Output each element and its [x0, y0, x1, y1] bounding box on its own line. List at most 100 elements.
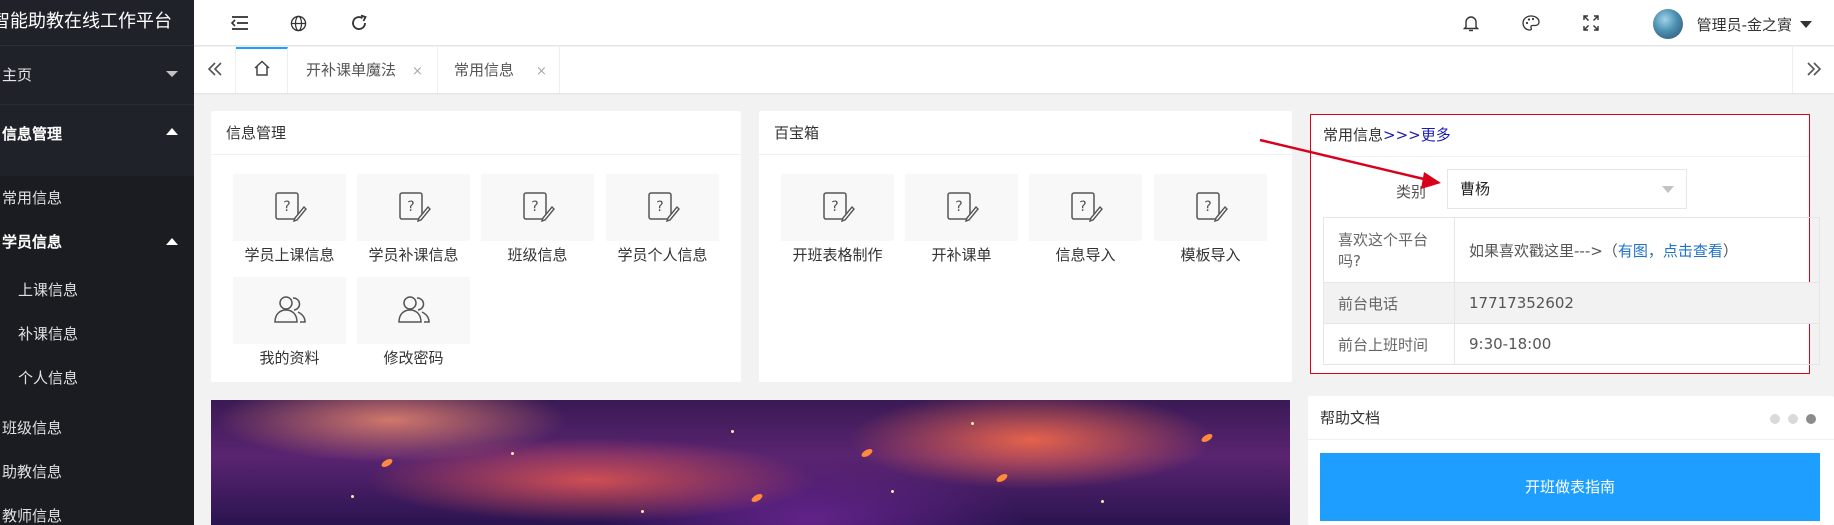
- carousel-dot[interactable]: [1770, 414, 1780, 424]
- sidebar-item-label: 教师信息: [2, 507, 63, 525]
- edit-doc-icon: ?: [646, 190, 680, 226]
- scroll-left-button[interactable]: [194, 47, 236, 93]
- banner-image: [211, 400, 1290, 525]
- sidebar-item-label: 个人信息: [18, 369, 79, 387]
- sidebar-item-class-attendance[interactable]: 上课信息: [0, 268, 194, 312]
- tile-label: 开班表格制作: [792, 246, 883, 264]
- svg-text:?: ?: [407, 199, 414, 215]
- edit-doc-icon: ?: [521, 190, 555, 226]
- tile-info-import[interactable]: ?: [1029, 174, 1142, 241]
- refresh-icon[interactable]: [347, 11, 371, 35]
- petal-decoration: [995, 472, 1009, 484]
- card-title: 常用信息>>>更多: [1311, 115, 1809, 157]
- edit-doc-icon: ?: [273, 190, 307, 226]
- tile-label: 模板导入: [1180, 246, 1241, 264]
- palette-icon[interactable]: [1519, 11, 1543, 35]
- tile-class-table-maker[interactable]: ?: [781, 174, 894, 241]
- tab-home[interactable]: [236, 47, 288, 93]
- tile-label: 学员个人信息: [617, 246, 708, 264]
- edit-doc-icon: ?: [1194, 190, 1228, 226]
- sidebar-item-label: 上课信息: [18, 281, 79, 299]
- tile-makeup-order[interactable]: ?: [905, 174, 1018, 241]
- card-title-text: 常用信息: [1323, 126, 1384, 144]
- double-chevron-left-icon: [207, 58, 223, 82]
- chevron-up-icon: [166, 238, 178, 245]
- sidebar-item-personal-info[interactable]: 个人信息: [0, 356, 194, 400]
- tile-student-makeup[interactable]: ?: [357, 174, 470, 241]
- star-decoration: [641, 510, 644, 513]
- users-icon: [396, 294, 432, 328]
- page-tabs-bar: 开补课单魔法 × 常用信息 ×: [194, 47, 1834, 93]
- more-prefix: >>>: [1383, 126, 1421, 144]
- row-value: 如果喜欢戳这里--->（有图，点击查看）: [1454, 217, 1820, 283]
- carousel-dot[interactable]: [1788, 414, 1798, 424]
- tab-makeup-magic[interactable]: 开补课单魔法 ×: [288, 47, 438, 93]
- tile-label: 班级信息: [507, 246, 568, 264]
- tile-template-import[interactable]: ?: [1154, 174, 1267, 241]
- users-icon: [272, 294, 308, 328]
- svg-text:?: ?: [656, 199, 663, 215]
- user-menu[interactable]: 管理员-金之賨: [1652, 9, 1812, 39]
- sidebar-item-info-mgmt[interactable]: 信息管理: [0, 104, 194, 162]
- globe-icon[interactable]: [286, 11, 310, 35]
- edit-doc-icon: ?: [1069, 190, 1103, 226]
- tile-my-profile[interactable]: [233, 277, 346, 344]
- sidebar-item-assistant-info[interactable]: 助教信息: [0, 450, 194, 494]
- chevron-down-icon: [166, 71, 178, 77]
- tile-student-attendance[interactable]: ?: [233, 174, 346, 241]
- carousel-dot-active[interactable]: [1806, 414, 1816, 424]
- petal-decoration: [380, 457, 394, 469]
- tab-label: 开补课单魔法: [306, 61, 397, 79]
- sidebar-item-student-info[interactable]: 学员信息: [0, 220, 194, 264]
- close-icon[interactable]: ×: [412, 64, 423, 79]
- user-name: 管理员-金之賨: [1696, 15, 1792, 34]
- edit-doc-icon: ?: [821, 190, 855, 226]
- sidebar-item-makeup-info[interactable]: 补课信息: [0, 312, 194, 356]
- class-table-guide-button[interactable]: 开班做表指南: [1320, 453, 1820, 521]
- row-key: 喜欢这个平台吗?: [1323, 217, 1455, 283]
- row-key: 前台电话: [1323, 282, 1455, 324]
- bell-icon[interactable]: [1459, 11, 1483, 35]
- info-table: 喜欢这个平台吗? 如果喜欢戳这里--->（有图，点击查看） 前台电话 17717…: [1323, 217, 1820, 365]
- card-header: 帮助文档: [1308, 396, 1834, 440]
- sidebar-item-class-info[interactable]: 班级信息: [0, 406, 194, 450]
- tile-student-personal[interactable]: ?: [606, 174, 719, 241]
- category-label: 类别: [1396, 183, 1427, 201]
- tile-label: 修改密码: [383, 349, 444, 367]
- tab-label: 常用信息: [454, 61, 515, 79]
- petal-decoration: [1200, 432, 1214, 444]
- sidebar-item-home[interactable]: 主页: [0, 46, 194, 104]
- sidebar: 智能助教在线工作平台 主页 信息管理 常用信息 学员信息 上课信息 补课信息 个…: [0, 0, 194, 525]
- tile-change-password[interactable]: [357, 277, 470, 344]
- sidebar-item-label: 班级信息: [2, 419, 63, 437]
- card-title: 信息管理: [211, 111, 741, 155]
- scroll-right-button[interactable]: [1792, 47, 1834, 93]
- help-docs-card: 帮助文档 开班做表指南: [1308, 396, 1834, 525]
- table-row: 前台上班时间 9:30-18:00: [1323, 323, 1820, 365]
- category-select[interactable]: 曹杨: [1447, 169, 1687, 209]
- star-decoration: [971, 422, 974, 425]
- sidebar-item-teacher-info[interactable]: 教师信息: [0, 494, 194, 525]
- more-label: 更多: [1420, 126, 1451, 144]
- top-header: 管理员-金之賨: [194, 0, 1834, 46]
- menu-collapse-icon[interactable]: [228, 11, 252, 35]
- tile-label: 信息导入: [1055, 246, 1116, 264]
- close-icon[interactable]: ×: [536, 64, 547, 79]
- home-icon: [253, 48, 271, 94]
- svg-text:?: ?: [955, 199, 962, 215]
- tile-label: 学员上课信息: [244, 246, 335, 264]
- star-decoration: [1101, 500, 1104, 503]
- chevron-down-icon: [1800, 20, 1812, 28]
- tab-common-info[interactable]: 常用信息 ×: [438, 47, 560, 93]
- petal-decoration: [860, 447, 874, 459]
- tile-class-info[interactable]: ?: [481, 174, 594, 241]
- fullscreen-icon[interactable]: [1579, 11, 1603, 35]
- row-value: 17717352602: [1454, 282, 1820, 324]
- sidebar-item-common-info[interactable]: 常用信息: [0, 176, 194, 220]
- more-link[interactable]: >>>更多: [1383, 126, 1451, 144]
- sidebar-item-label: 信息管理: [2, 125, 63, 143]
- chevron-down-icon: [1662, 186, 1674, 193]
- value-text: ）: [1722, 241, 1738, 260]
- view-image-link[interactable]: 有图，点击查看: [1618, 242, 1723, 260]
- tile-label: 学员补课信息: [368, 246, 459, 264]
